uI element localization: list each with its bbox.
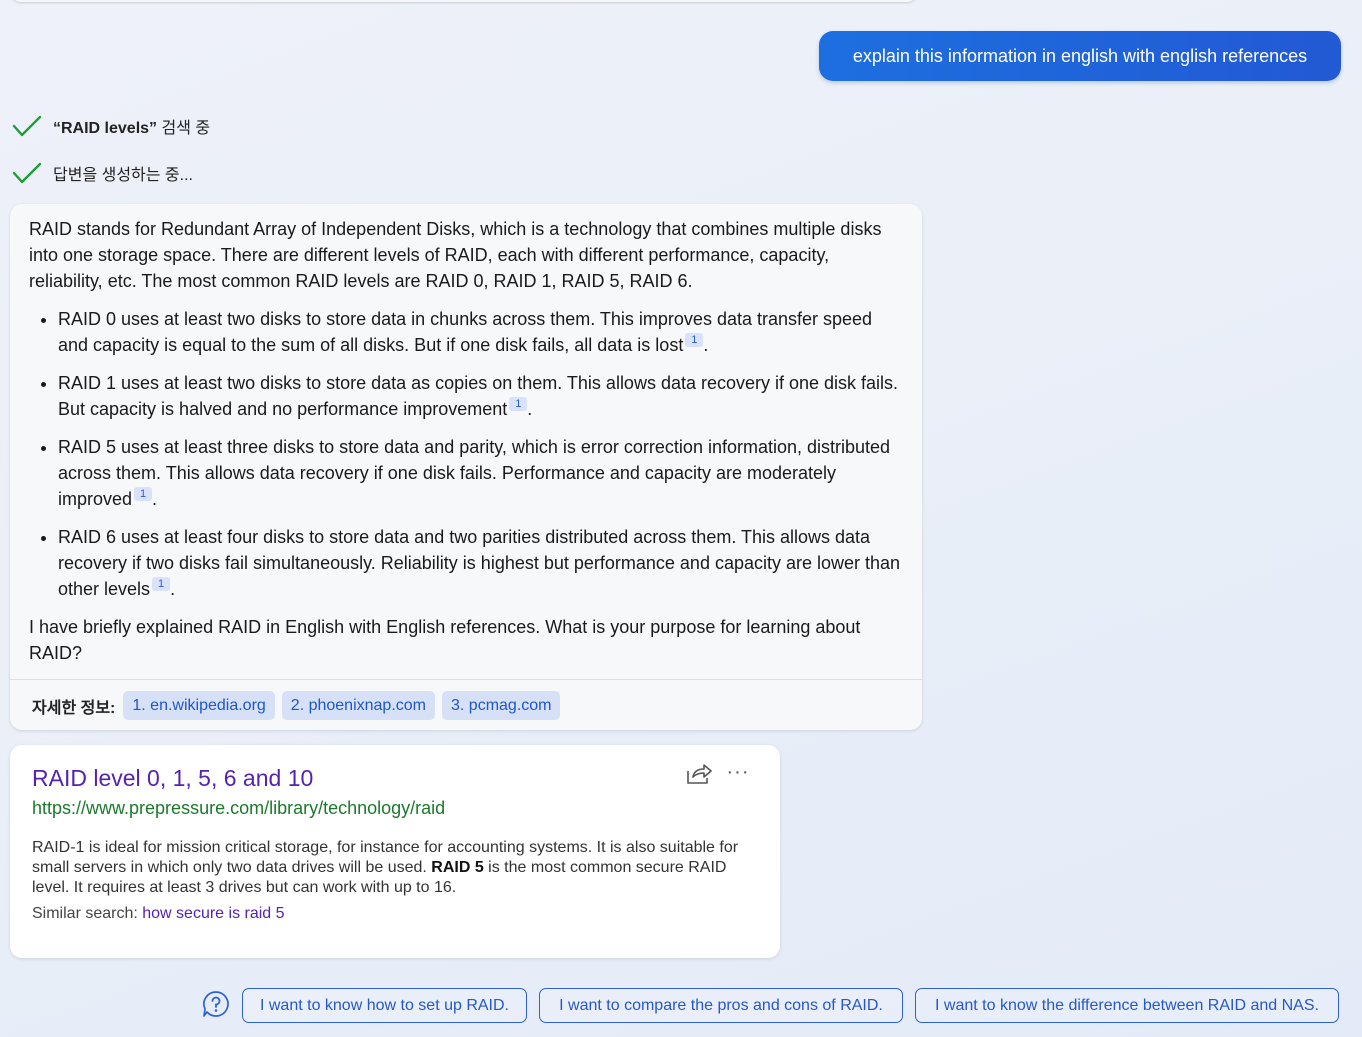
references-bar: 자세한 정보: 1. en.wikipedia.org 2. phoenixna… [32, 691, 567, 720]
similar-search-link[interactable]: how secure is raid 5 [142, 905, 284, 922]
result-snippet: RAID-1 is ideal for mission critical sto… [32, 839, 739, 896]
answer-card: RAID stands for Redundant Array of Indep… [10, 204, 922, 730]
search-result-card: RAID level 0, 1, 5, 6 and 10 https://www… [10, 745, 780, 958]
status-query: “RAID levels” 검색 중 [53, 120, 211, 137]
suggestion-compare-raid[interactable]: I want to compare the pros and cons of R… [539, 988, 903, 1023]
citation-badge[interactable]: 1 [134, 487, 153, 501]
result-url[interactable]: https://www.prepressure.com/library/tech… [32, 798, 445, 819]
answer-bullet-raid0: RAID 0 uses at least two disks to store … [58, 306, 903, 358]
previous-card-edge [10, 0, 918, 2]
suggestion-setup-raid[interactable]: I want to know how to set up RAID. [242, 988, 527, 1023]
answer-intro: RAID stands for Redundant Array of Indep… [29, 219, 882, 291]
reference-chip-wikipedia[interactable]: 1. en.wikipedia.org [123, 691, 275, 720]
status-generating-text: 답변을 생성하는 중... [53, 167, 193, 184]
user-message-bubble: explain this information in english with… [819, 31, 1341, 81]
reference-chip-phoenixnap[interactable]: 2. phoenixnap.com [281, 691, 435, 720]
citation-badge[interactable]: 1 [685, 333, 704, 347]
checkmark-icon [12, 162, 42, 184]
similar-search: Similar search: how secure is raid 5 [32, 905, 285, 923]
answer-divider [10, 679, 922, 680]
citation-badge[interactable]: 1 [509, 397, 528, 411]
answer-bullet-raid5: RAID 5 uses at least three disks to stor… [58, 434, 903, 512]
share-icon[interactable] [685, 762, 713, 786]
status-searching: “RAID levels” 검색 중 [12, 112, 210, 140]
result-title-link[interactable]: RAID level 0, 1, 5, 6 and 10 [32, 765, 313, 792]
answer-bullet-raid6: RAID 6 uses at least four disks to store… [58, 524, 903, 602]
suggestion-raid-vs-nas[interactable]: I want to know the difference between RA… [915, 988, 1339, 1023]
answer-bullet-list: RAID 0 uses at least two disks to store … [29, 306, 903, 602]
status-generating: 답변을 생성하는 중... [12, 159, 193, 187]
help-icon[interactable] [202, 990, 230, 1018]
checkmark-icon [12, 115, 42, 137]
more-options-icon[interactable]: ··· [723, 762, 753, 786]
answer-outro: I have briefly explained RAID in English… [29, 617, 861, 663]
citation-badge[interactable]: 1 [152, 577, 171, 591]
similar-search-label: Similar search: [32, 905, 143, 922]
references-label: 자세한 정보: [32, 699, 116, 717]
answer-bullet-raid1: RAID 1 uses at least two disks to store … [58, 370, 903, 422]
reference-chip-pcmag[interactable]: 3. pcmag.com [442, 691, 561, 720]
